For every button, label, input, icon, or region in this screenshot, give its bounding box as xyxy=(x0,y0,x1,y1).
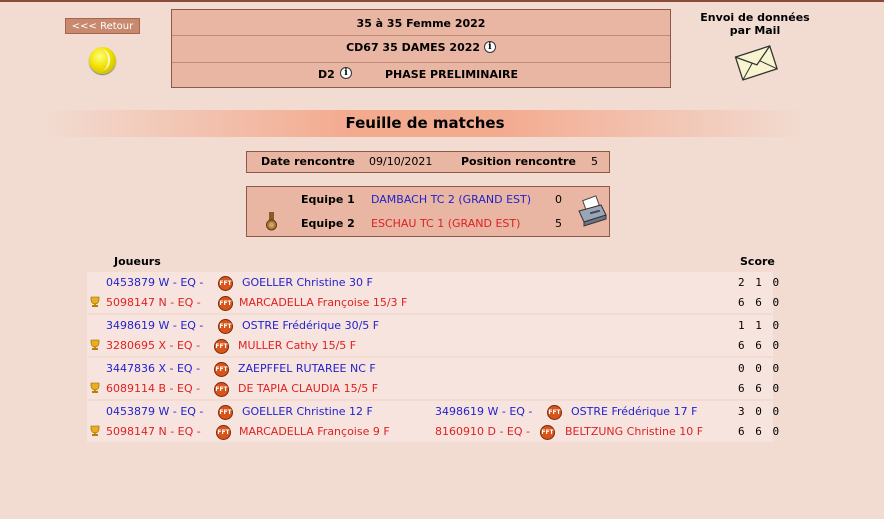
player-name[interactable]: MARCADELLA Françoise 15/3 F xyxy=(239,296,407,309)
fft-logo-icon: FFT xyxy=(214,382,229,397)
competition-name-row: CD67 35 DAMES 2022 i xyxy=(172,41,670,54)
sheet-title: Feuille de matches xyxy=(40,110,810,137)
match-line-team2: 5098147 N - EQ - FFT MARCADELLA François… xyxy=(87,421,779,441)
trophy-icon xyxy=(90,339,100,350)
fft-logo-icon: FFT xyxy=(214,339,229,354)
players-header: Joueurs xyxy=(114,255,161,268)
match-line-team1: 0453879 W - EQ - FFT GOELLER Christine 1… xyxy=(87,401,779,421)
match-row: 3447836 X - EQ - FFT ZAEPFFEL RUTAREE NC… xyxy=(87,358,779,399)
player-id: 0453879 W - EQ - xyxy=(106,276,204,289)
match-score: 2 1 0 xyxy=(738,276,782,289)
player-id: 5098147 N - EQ - xyxy=(106,425,201,438)
competition-name: CD67 35 DAMES 2022 xyxy=(346,41,481,54)
fft-logo-icon: FFT xyxy=(218,405,233,420)
trophy-icon xyxy=(90,296,100,307)
trophy-icon xyxy=(90,382,100,393)
match-score: 6 6 0 xyxy=(738,296,782,309)
score-header: Score xyxy=(740,255,775,268)
player-name[interactable]: DE TAPIA CLAUDIA 15/5 F xyxy=(238,382,378,395)
tennis-ball-icon[interactable] xyxy=(89,47,116,74)
partner-name[interactable]: OSTRE Frédérique 17 F xyxy=(571,405,697,418)
match-score: 3 0 0 xyxy=(738,405,782,418)
player-name[interactable]: MULLER Cathy 15/5 F xyxy=(238,339,356,352)
match-score: 0 0 0 xyxy=(738,362,782,375)
top-border xyxy=(0,0,884,2)
team2-name[interactable]: ESCHAU TC 1 (GRAND EST) xyxy=(371,217,520,230)
fft-logo-icon: FFT xyxy=(216,425,231,440)
mail-title: Envoi de données par Mail xyxy=(690,11,820,37)
match-score: 1 1 0 xyxy=(738,319,782,332)
mail-title-line2: par Mail xyxy=(729,24,781,37)
mail-title-line1: Envoi de données xyxy=(700,11,810,24)
player-id: 6089114 B - EQ - xyxy=(106,382,201,395)
competition-title: 35 à 35 Femme 2022 xyxy=(356,17,486,30)
meeting-info: Date rencontre 09/10/2021 Position renco… xyxy=(246,151,610,173)
medal-icon xyxy=(266,212,277,231)
divider xyxy=(172,35,670,36)
team1-score: 0 xyxy=(555,193,562,206)
match-row: 0453879 W - EQ - FFT GOELLER Christine 1… xyxy=(87,401,779,442)
team1-label: Equipe 1 xyxy=(301,193,355,206)
player-id: 0453879 W - EQ - xyxy=(106,405,204,418)
date-label: Date rencontre xyxy=(261,155,355,168)
team2-score: 5 xyxy=(555,217,562,230)
trophy-icon xyxy=(90,425,100,436)
player-name[interactable]: OSTRE Frédérique 30/5 F xyxy=(242,319,379,332)
match-line-team2: 6089114 B - EQ - FFT DE TAPIA CLAUDIA 15… xyxy=(87,378,779,398)
fft-logo-icon: FFT xyxy=(540,425,555,440)
match-line-team2: 5098147 N - EQ - FFT MARCADELLA François… xyxy=(87,292,779,312)
fft-logo-icon: FFT xyxy=(218,276,233,291)
team2-label: Equipe 2 xyxy=(301,217,355,230)
partner-id: 8160910 D - EQ - xyxy=(435,425,530,438)
fft-logo-icon: FFT xyxy=(218,319,233,334)
player-id: 3498619 W - EQ - xyxy=(106,319,204,332)
fft-logo-icon: FFT xyxy=(214,362,229,377)
player-name[interactable]: GOELLER Christine 12 F xyxy=(242,405,373,418)
partner-id: 3498619 W - EQ - xyxy=(435,405,533,418)
match-score: 6 6 0 xyxy=(738,425,782,438)
fft-logo-icon: FFT xyxy=(218,296,233,311)
position-label: Position rencontre xyxy=(461,155,576,168)
teams-box: Equipe 1 DAMBACH TC 2 (GRAND EST) 0 Equi… xyxy=(246,186,610,237)
envelope-icon[interactable] xyxy=(734,41,778,83)
info-icon[interactable]: i xyxy=(483,41,496,53)
competition-header: 35 à 35 Femme 2022 CD67 35 DAMES 2022 i … xyxy=(171,9,671,88)
match-row: 3498619 W - EQ - FFT OSTRE Frédérique 30… xyxy=(87,315,779,356)
printer-icon[interactable] xyxy=(576,195,608,227)
player-name[interactable]: MARCADELLA Françoise 9 F xyxy=(239,425,390,438)
team1-name[interactable]: DAMBACH TC 2 (GRAND EST) xyxy=(371,193,531,206)
back-button[interactable]: <<< Retour xyxy=(65,18,140,34)
match-line-team1: 0453879 W - EQ - FFT GOELLER Christine 3… xyxy=(87,272,779,292)
player-id: 3280695 X - EQ - xyxy=(106,339,201,352)
match-line-team1: 3498619 W - EQ - FFT OSTRE Frédérique 30… xyxy=(87,315,779,335)
phase-label: PHASE PRELIMINAIRE xyxy=(385,68,519,81)
match-row: 0453879 W - EQ - FFT GOELLER Christine 3… xyxy=(87,272,779,313)
divider xyxy=(172,62,670,63)
match-line-team2: 3280695 X - EQ - FFT MULLER Cathy 15/5 F… xyxy=(87,335,779,355)
fft-logo-icon: FFT xyxy=(547,405,562,420)
player-id: 3447836 X - EQ - xyxy=(106,362,201,375)
match-score: 6 6 0 xyxy=(738,339,782,352)
player-id: 5098147 N - EQ - xyxy=(106,296,201,309)
date-value: 09/10/2021 xyxy=(369,155,433,168)
info-icon[interactable]: i xyxy=(340,67,352,79)
player-name[interactable]: ZAEPFFEL RUTAREE NC F xyxy=(238,362,376,375)
position-value: 5 xyxy=(591,155,598,168)
match-line-team1: 3447836 X - EQ - FFT ZAEPFFEL RUTAREE NC… xyxy=(87,358,779,378)
match-score: 6 6 0 xyxy=(738,382,782,395)
division-label: D2 xyxy=(318,68,335,81)
partner-name[interactable]: BELTZUNG Christine 10 F xyxy=(565,425,703,438)
player-name[interactable]: GOELLER Christine 30 F xyxy=(242,276,373,289)
